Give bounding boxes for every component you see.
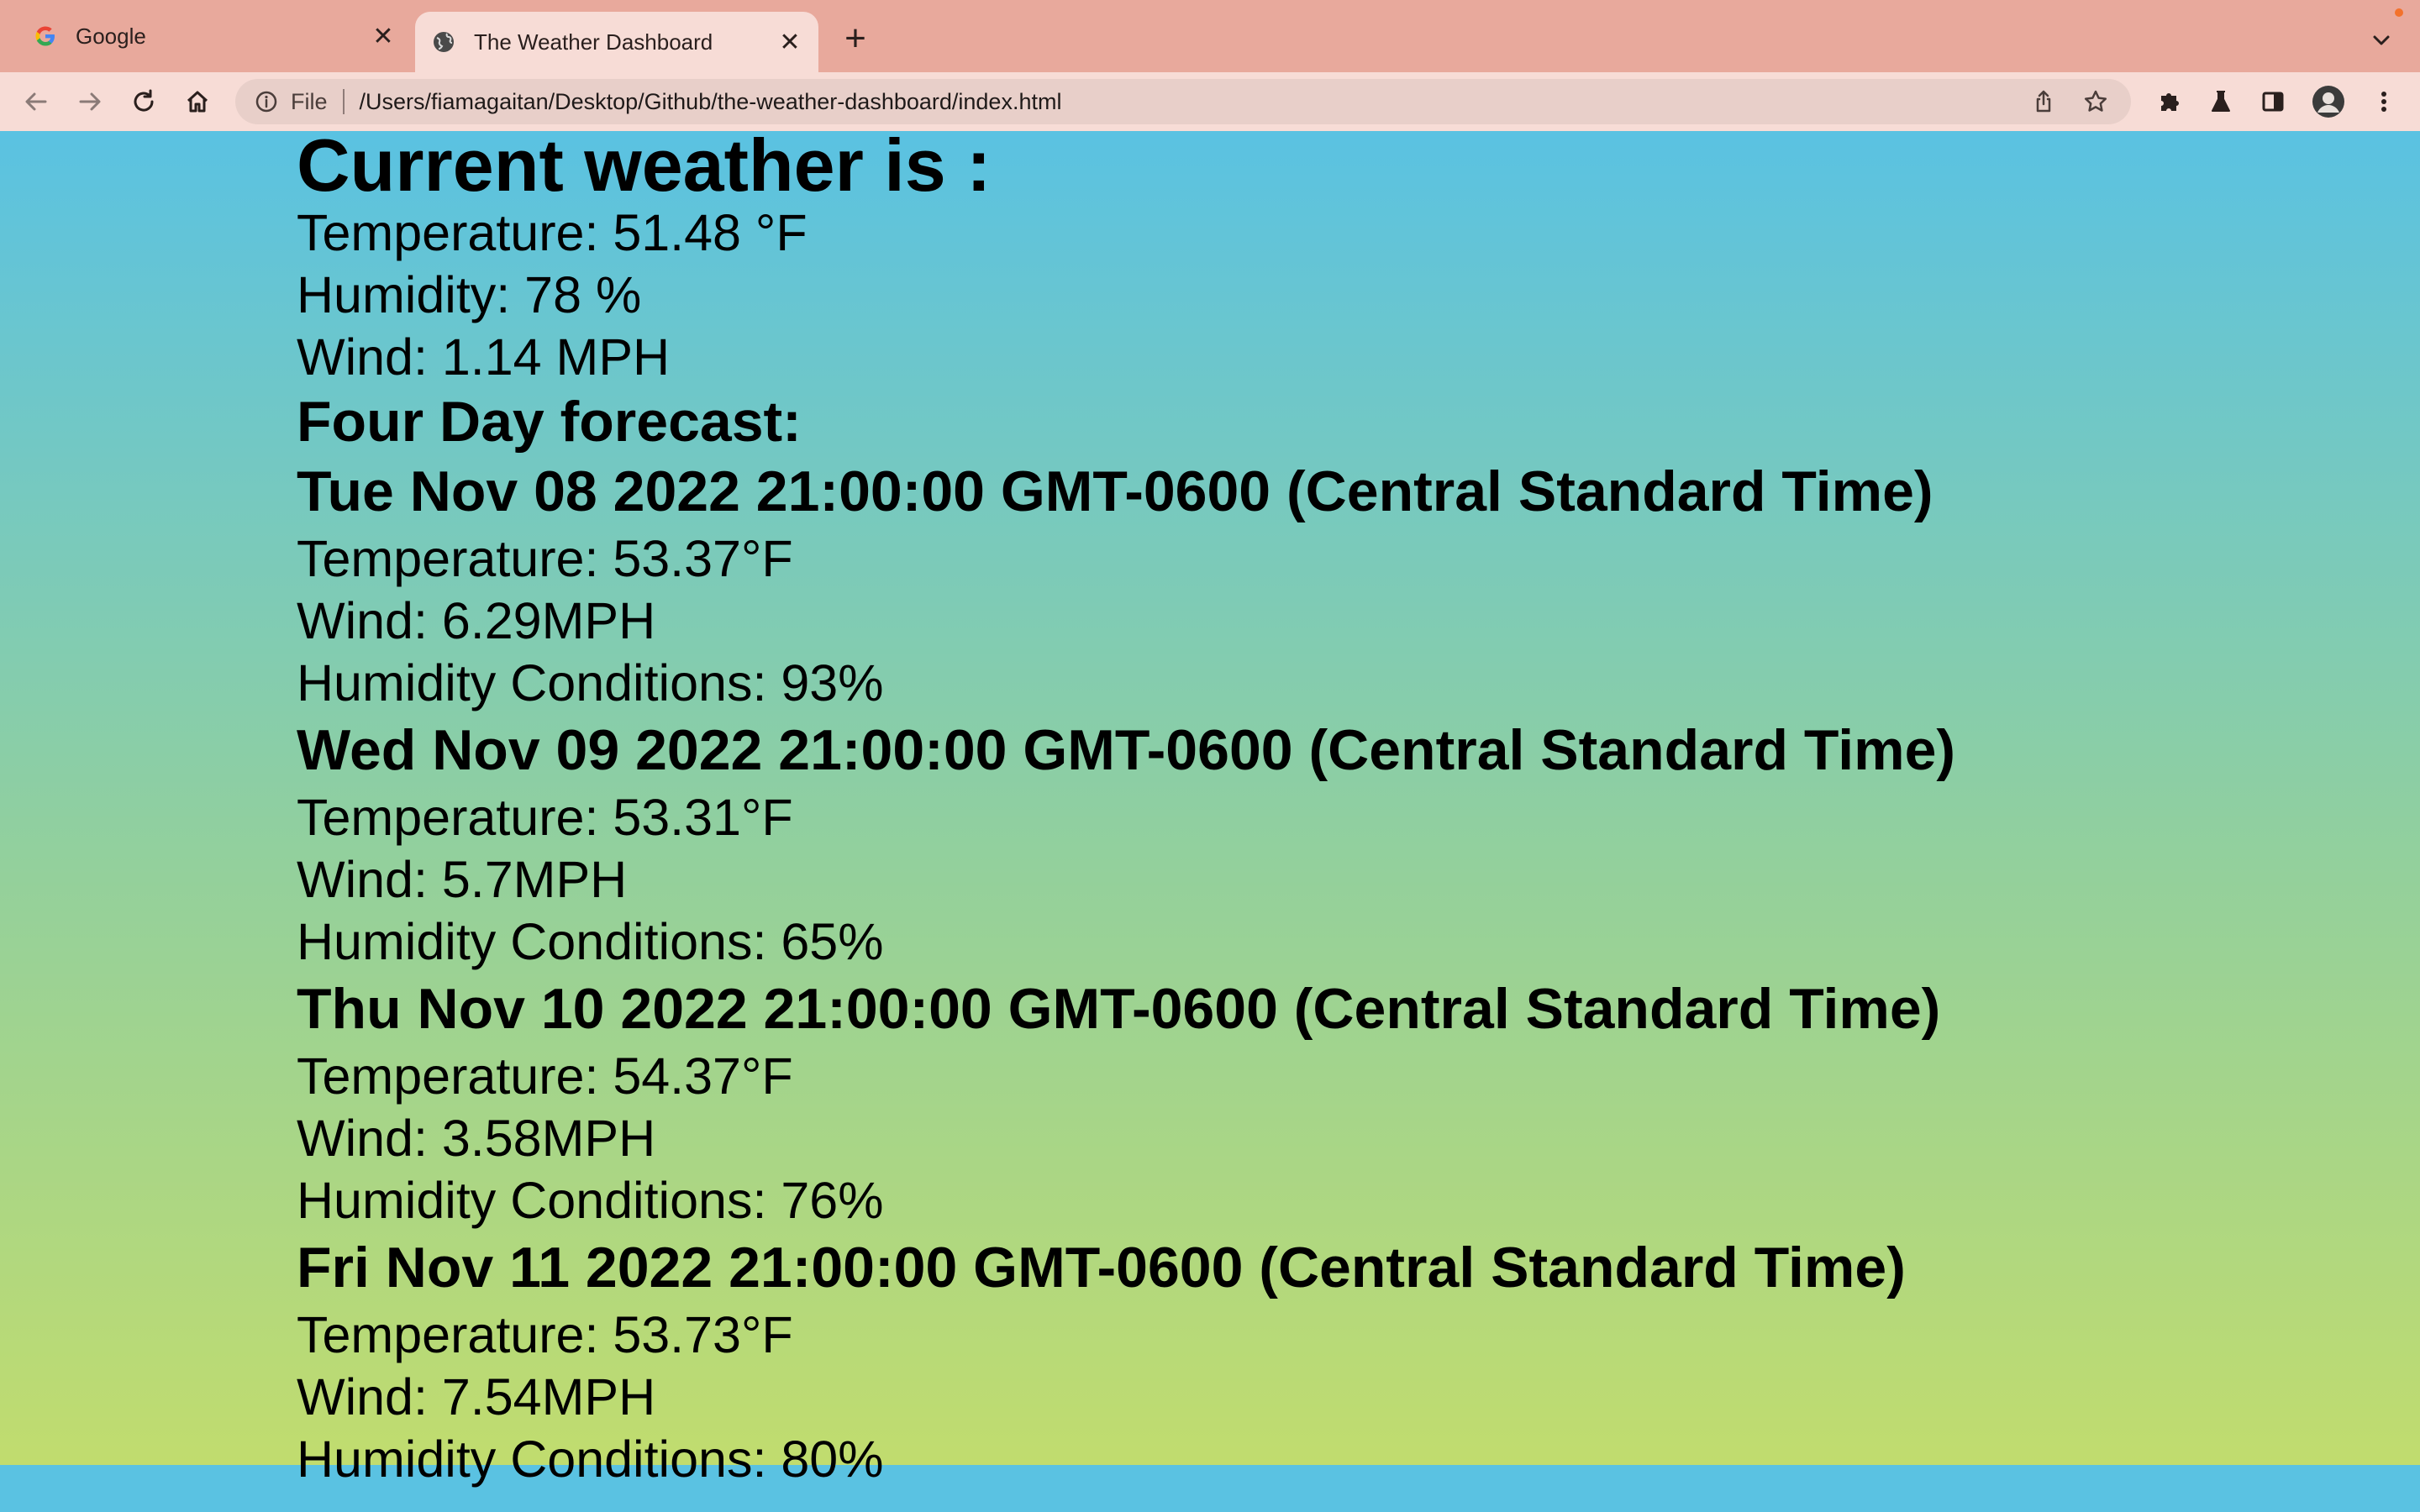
google-g-icon (32, 23, 59, 50)
forecast-day-3: Thu Nov 10 2022 21:00:00 GMT-0600 (Centr… (297, 973, 2313, 1231)
forecast-day-4: Fri Nov 11 2022 21:00:00 GMT-0600 (Centr… (297, 1231, 2313, 1490)
bookmark-star-icon[interactable] (2079, 85, 2112, 118)
share-icon[interactable] (2027, 85, 2060, 118)
recording-indicator (2395, 8, 2403, 17)
current-temperature: Temperature: 51.48 °F (297, 204, 808, 261)
side-panel-button[interactable] (2255, 84, 2291, 119)
tab-title: The Weather Dashboard (474, 29, 713, 55)
extensions-button[interactable] (2151, 84, 2186, 119)
forecast-date: Thu Nov 10 2022 21:00:00 GMT-0600 (Centr… (297, 977, 1941, 1041)
back-button[interactable] (18, 84, 54, 119)
forecast-humidity: Humidity Conditions: 93% (297, 654, 884, 711)
tab-strip: Google ✕ The Weather Dashboard ✕ + (0, 0, 2420, 72)
forecast-temperature: Temperature: 53.73°F (297, 1306, 793, 1363)
forecast-humidity: Humidity Conditions: 76% (297, 1172, 884, 1229)
page-viewport: Current weather is : Temperature: 51.48 … (0, 131, 2420, 1512)
tab-google[interactable]: Google ✕ (17, 0, 412, 72)
info-icon[interactable] (254, 89, 279, 114)
current-wind: Wind: 1.14 MPH (297, 328, 671, 386)
globe-icon (430, 29, 457, 55)
forecast-wind: Wind: 5.7MPH (297, 851, 628, 908)
close-icon[interactable]: ✕ (775, 27, 805, 57)
forward-button[interactable] (72, 84, 108, 119)
puzzle-piece-icon (2161, 93, 2179, 111)
url-text[interactable]: /Users/fiamagaitan/Desktop/Github/the-we… (360, 89, 2027, 115)
browser-toolbar: File /Users/fiamagaitan/Desktop/Github/t… (0, 72, 2420, 131)
tab-title: Google (76, 23, 146, 49)
current-weather-section: Current weather is : Temperature: 51.48 … (297, 131, 2313, 388)
current-weather-heading: Current weather is : (297, 131, 992, 207)
tab-search-button[interactable] (2366, 25, 2396, 55)
weather-content: Current weather is : Temperature: 51.48 … (297, 131, 2313, 1490)
browser-menu-button[interactable] (2366, 84, 2402, 119)
forecast-wind: Wind: 7.54MPH (297, 1368, 656, 1425)
forecast-day-2: Wed Nov 09 2022 21:00:00 GMT-0600 (Centr… (297, 714, 2313, 973)
chevron-down-icon (2373, 35, 2390, 45)
forecast-temperature: Temperature: 54.37°F (297, 1047, 793, 1105)
profile-button[interactable] (2311, 84, 2346, 119)
forecast-date: Fri Nov 11 2022 21:00:00 GMT-0600 (Centr… (297, 1236, 1906, 1299)
forecast-date: Wed Nov 09 2022 21:00:00 GMT-0600 (Centr… (297, 718, 1956, 782)
current-humidity: Humidity: 78 % (297, 266, 642, 323)
address-bar[interactable]: File /Users/fiamagaitan/Desktop/Github/t… (235, 79, 2131, 124)
url-scheme-label: File (291, 88, 328, 114)
forecast-day-1: Tue Nov 08 2022 21:00:00 GMT-0600 (Centr… (297, 455, 2313, 714)
forecast-date: Tue Nov 08 2022 21:00:00 GMT-0600 (Centr… (297, 459, 1933, 523)
browser-window: Google ✕ The Weather Dashboard ✕ + File … (0, 0, 2420, 1512)
close-icon[interactable]: ✕ (368, 21, 398, 51)
forecast-heading: Four Day forecast: (297, 390, 802, 454)
flask-icon (2212, 91, 2230, 112)
forecast-humidity: Humidity Conditions: 80% (297, 1431, 884, 1488)
arrow-left-icon (25, 92, 47, 111)
home-icon (187, 91, 208, 113)
labs-button[interactable] (2203, 84, 2238, 119)
new-tab-button[interactable]: + (839, 20, 872, 57)
reload-button[interactable] (126, 84, 161, 119)
reload-icon (134, 89, 154, 112)
forecast-wind: Wind: 3.58MPH (297, 1110, 656, 1167)
forecast-wind: Wind: 6.29MPH (297, 592, 656, 649)
kebab-menu-icon (2381, 92, 2386, 112)
forecast-temperature: Temperature: 53.37°F (297, 530, 793, 587)
arrow-right-icon (79, 92, 101, 111)
forecast-humidity: Humidity Conditions: 65% (297, 913, 884, 970)
side-panel-icon (2262, 92, 2284, 112)
divider (342, 89, 345, 114)
avatar (2312, 86, 2344, 118)
home-button[interactable] (180, 84, 215, 119)
forecast-temperature: Temperature: 53.31°F (297, 789, 793, 846)
tab-weather-dashboard[interactable]: The Weather Dashboard ✕ (415, 12, 818, 72)
